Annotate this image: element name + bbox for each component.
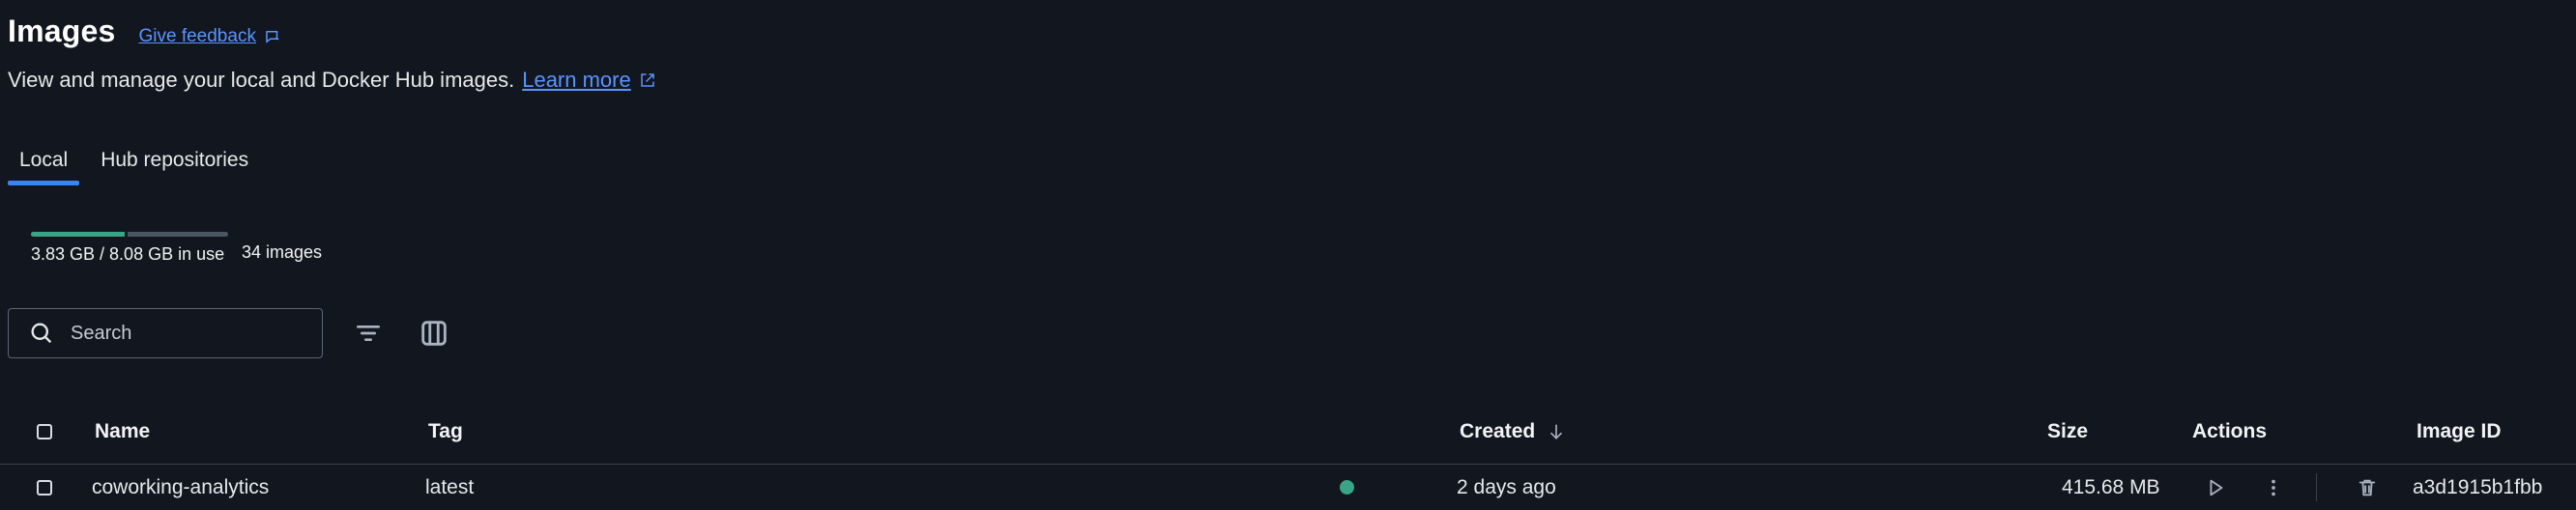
toolbar	[8, 308, 454, 358]
column-tag[interactable]: Tag	[428, 400, 463, 464]
tab-hub-repositories[interactable]: Hub repositories	[89, 145, 260, 185]
column-created-label: Created	[1460, 420, 1536, 442]
columns-icon	[421, 321, 447, 346]
column-name[interactable]: Name	[95, 400, 150, 464]
usage-block: 3.83 GB / 8.08 GB in use	[31, 232, 228, 265]
image-name[interactable]: coworking-analytics	[92, 465, 269, 510]
filter-icon	[357, 326, 380, 341]
usage-bar	[31, 232, 228, 237]
table-row[interactable]: coworking-analytics latest 2 days ago 41…	[0, 465, 2576, 510]
trash-icon[interactable]	[2354, 474, 2381, 501]
column-created[interactable]: Created	[1460, 400, 1566, 464]
page-header: Images Give feedback	[8, 14, 281, 49]
select-all-cell	[37, 400, 52, 464]
give-feedback-label: Give feedback	[138, 26, 256, 46]
filter-button[interactable]	[348, 313, 389, 354]
column-actions: Actions	[2192, 420, 2268, 442]
learn-more-label: Learn more	[522, 68, 631, 92]
subtitle-text: View and manage your local and Docker Hu…	[8, 68, 515, 92]
usage-bar-used	[31, 232, 128, 237]
columns-button[interactable]	[414, 313, 454, 354]
actions-divider	[2316, 473, 2317, 501]
image-created: 2 days ago	[1457, 475, 1556, 498]
search-box[interactable]	[8, 308, 323, 358]
row-select-cell	[37, 465, 52, 510]
page-title: Images	[8, 14, 116, 48]
search-input[interactable]	[69, 321, 295, 346]
status-cell	[1340, 465, 1354, 510]
image-tag: latest	[425, 475, 475, 498]
image-size: 415.68 MB	[2062, 475, 2160, 498]
column-image-id[interactable]: Image ID	[2417, 400, 2502, 464]
give-feedback-link[interactable]: Give feedback	[138, 26, 280, 47]
image-id[interactable]: a3d1915b1fbb	[2413, 465, 2542, 510]
tabs: Local Hub repositories	[8, 145, 260, 185]
feedback-icon	[266, 31, 279, 43]
learn-more-link[interactable]: Learn more	[522, 68, 656, 93]
play-icon[interactable]	[2202, 474, 2229, 501]
sort-down-icon	[1550, 424, 1563, 439]
select-all-checkbox[interactable]	[37, 424, 52, 439]
row-checkbox[interactable]	[37, 479, 52, 496]
in-use-status-dot	[1340, 480, 1354, 495]
disk-usage: 3.83 GB / 8.08 GB in use 34 images	[31, 232, 322, 265]
search-icon	[31, 323, 52, 344]
usage-text: 3.83 GB / 8.08 GB in use	[31, 244, 225, 264]
external-link-icon	[640, 73, 654, 87]
more-actions-button[interactable]	[2260, 465, 2287, 510]
tab-local[interactable]: Local	[8, 145, 80, 185]
page-subtitle: View and manage your local and Docker Hu…	[8, 68, 656, 93]
image-count: 34 images	[242, 242, 323, 262]
table-header: Name Tag Created Size Actions Image ID	[0, 400, 2576, 465]
more-vertical-icon[interactable]	[2260, 474, 2287, 501]
delete-button[interactable]	[2354, 465, 2381, 510]
column-size[interactable]: Size	[2047, 400, 2088, 464]
images-page: Images Give feedback View and manage you…	[0, 0, 2576, 510]
run-button[interactable]	[2202, 465, 2229, 510]
